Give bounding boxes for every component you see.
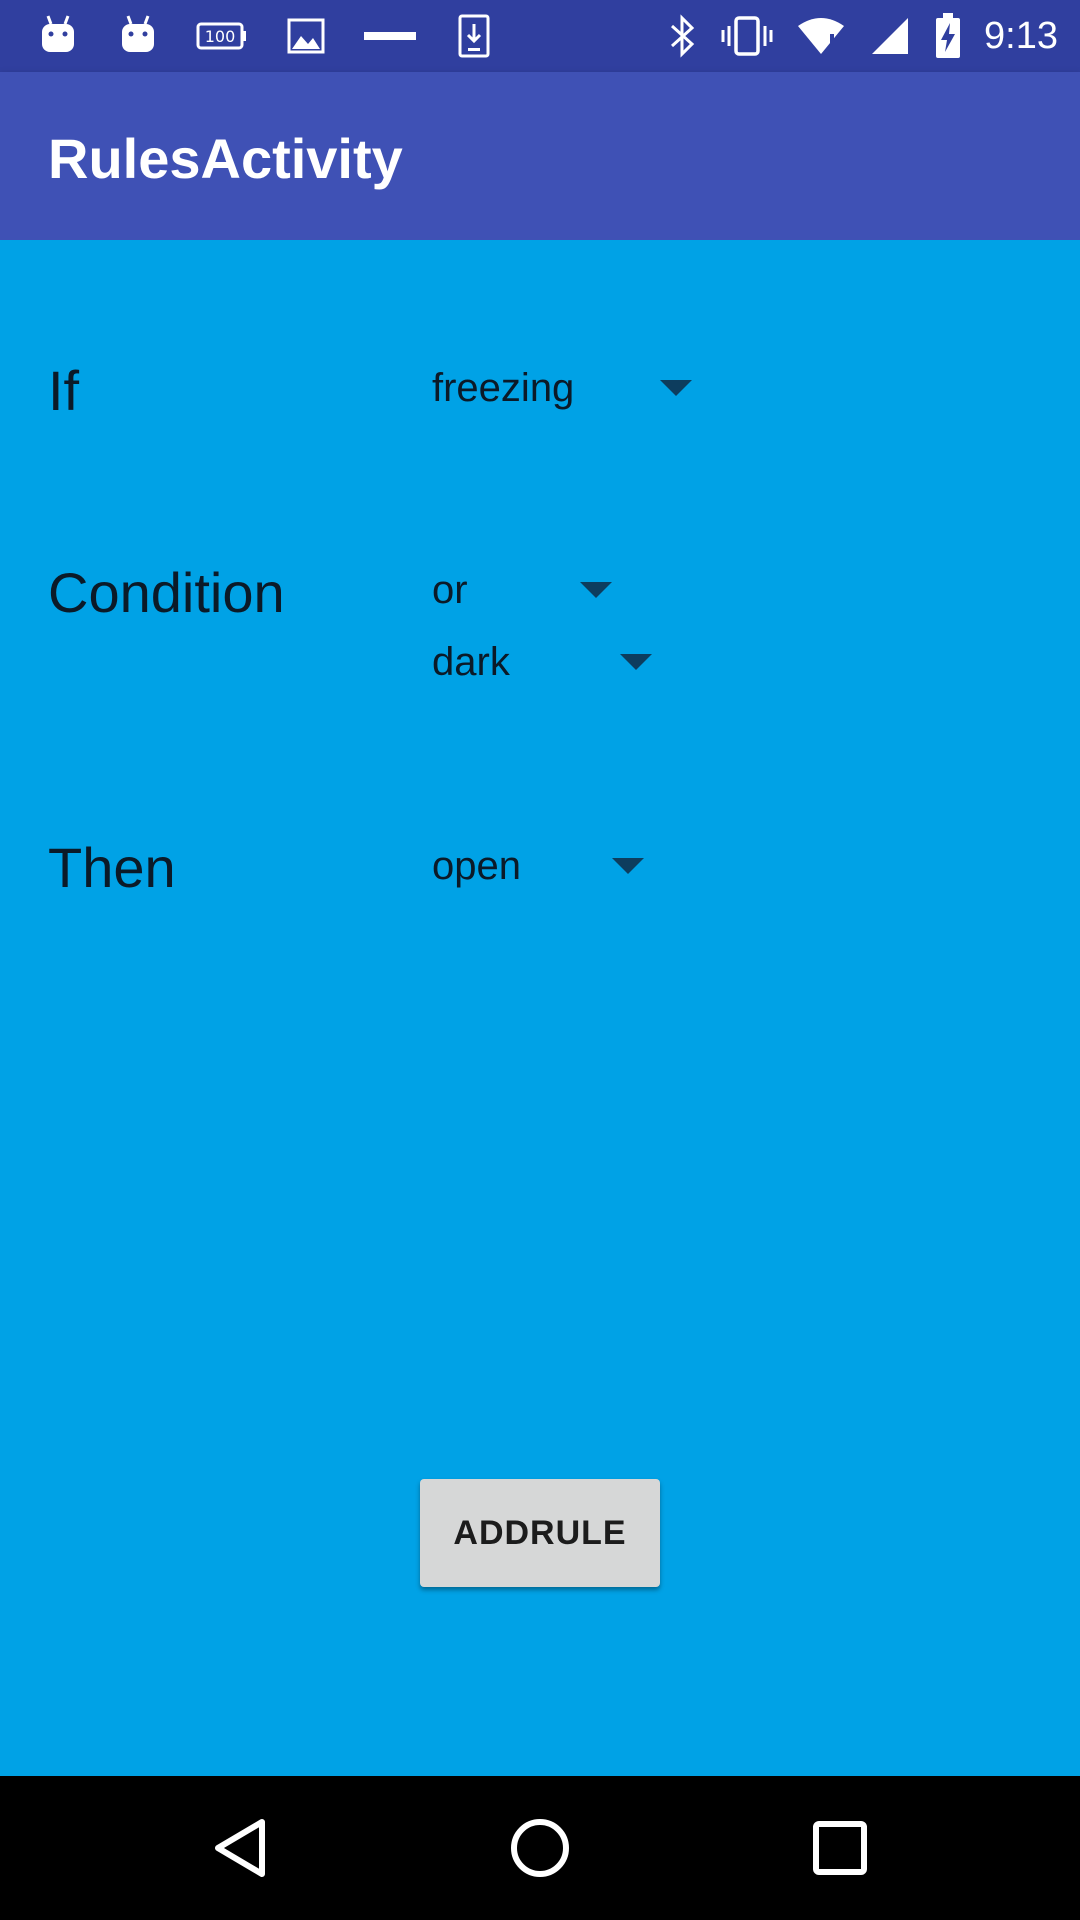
page-title: RulesActivity	[48, 127, 403, 190]
navigation-bar	[0, 1776, 1080, 1920]
if-label: If	[48, 359, 80, 422]
system-icons: 9:13	[666, 12, 1058, 60]
cell-signal-icon	[868, 14, 912, 58]
dropdown-arrow-icon	[620, 654, 652, 670]
notification-icons: 100	[36, 12, 496, 60]
minus-icon	[364, 14, 416, 58]
bluetooth-icon	[666, 14, 698, 58]
condition-label: Condition	[48, 561, 285, 624]
condition-value-spinner[interactable]: dark	[432, 630, 656, 694]
wifi-alert-icon	[796, 14, 846, 58]
battery-charging-icon	[934, 13, 962, 58]
condition-operator-value: or	[432, 567, 468, 612]
then-spinner[interactable]: open	[432, 834, 648, 898]
clock: 9:13	[984, 14, 1058, 57]
recents-icon[interactable]	[804, 1812, 876, 1884]
dropdown-arrow-icon	[660, 380, 692, 396]
svg-text:100: 100	[205, 27, 236, 46]
android-icon	[116, 14, 160, 58]
back-icon[interactable]	[204, 1812, 276, 1884]
status-bar: 100 9:13	[0, 0, 1080, 72]
if-spinner[interactable]: freezing	[432, 356, 696, 420]
condition-value: dark	[432, 639, 510, 684]
add-rule-button[interactable]: ADDRULE	[420, 1479, 660, 1587]
then-spinner-value: open	[432, 843, 521, 888]
image-icon	[284, 14, 328, 58]
dropdown-arrow-icon	[612, 858, 644, 874]
android-icon	[36, 14, 80, 58]
condition-operator-spinner[interactable]: or	[432, 558, 616, 622]
dropdown-arrow-icon	[580, 582, 612, 598]
battery-100-icon: 100	[196, 14, 248, 58]
download-icon	[452, 14, 496, 58]
vibrate-icon	[720, 14, 774, 58]
app-bar: RulesActivity	[0, 72, 1080, 240]
home-icon[interactable]	[504, 1812, 576, 1884]
if-spinner-value: freezing	[432, 365, 575, 410]
then-label: Then	[48, 836, 176, 899]
